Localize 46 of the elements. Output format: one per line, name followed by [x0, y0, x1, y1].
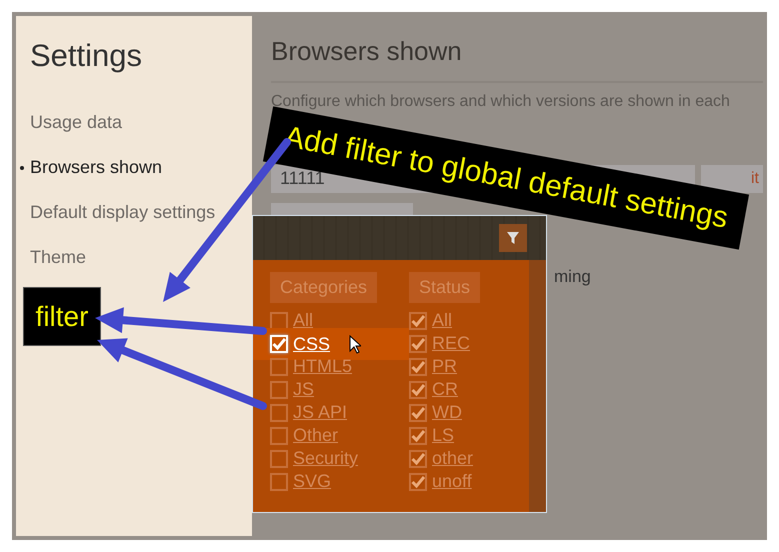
checkbox[interactable] [409, 472, 427, 490]
filter-option[interactable]: JS API [293, 402, 348, 423]
checkbox[interactable] [409, 312, 427, 330]
page-title: Browsers shown [271, 36, 763, 83]
checkbox[interactable] [409, 358, 427, 376]
cursor-icon [349, 334, 362, 354]
sidebar-item[interactable]: Browsers shown [30, 157, 162, 177]
checkbox[interactable] [409, 450, 427, 468]
filter-option[interactable]: Other [293, 425, 338, 446]
checkbox[interactable] [409, 426, 427, 444]
filter-option[interactable]: All [432, 310, 452, 331]
filter-option[interactable]: All [293, 310, 314, 331]
filter-option[interactable]: Security [293, 448, 358, 469]
input-field[interactable] [271, 203, 413, 215]
filter-option[interactable]: JS [293, 379, 314, 400]
sidebar-item[interactable]: Default display settings [30, 202, 216, 222]
filter-option[interactable]: SVG [293, 471, 332, 492]
checkbox[interactable] [270, 358, 288, 376]
filter-option[interactable]: CR [432, 379, 458, 400]
checkbox[interactable] [409, 404, 427, 422]
option-label: ming [554, 267, 592, 287]
checkbox[interactable] [270, 404, 288, 422]
sidebar-item[interactable]: Usage data [30, 112, 122, 132]
edit-button[interactable]: it [701, 165, 763, 193]
column-heading: Status [409, 272, 480, 303]
filter-option[interactable]: REC [432, 333, 470, 354]
checkbox[interactable] [270, 426, 288, 444]
scrollbar[interactable] [529, 260, 546, 512]
filter-option[interactable]: unoff [432, 471, 472, 492]
checkbox[interactable] [270, 450, 288, 468]
filter-option[interactable]: WD [432, 402, 462, 423]
checkbox[interactable] [409, 380, 427, 398]
filter-option[interactable]: PR [432, 356, 458, 377]
column-heading: Categories [270, 272, 378, 303]
filter-button[interactable] [499, 224, 527, 252]
filter-option[interactable]: HTML5 [293, 356, 352, 377]
sidebar-title: Settings [30, 38, 144, 74]
checkbox[interactable] [270, 472, 288, 490]
checkbox[interactable] [409, 334, 427, 352]
checkbox[interactable] [270, 380, 288, 398]
filter-option[interactable]: LS [432, 425, 454, 446]
annotation-label: filter [23, 287, 101, 346]
filter-icon [506, 231, 520, 245]
sidebar-item[interactable]: Theme [30, 247, 86, 267]
filter-option[interactable]: CSS [293, 334, 330, 354]
filter-option[interactable]: other [432, 448, 474, 469]
